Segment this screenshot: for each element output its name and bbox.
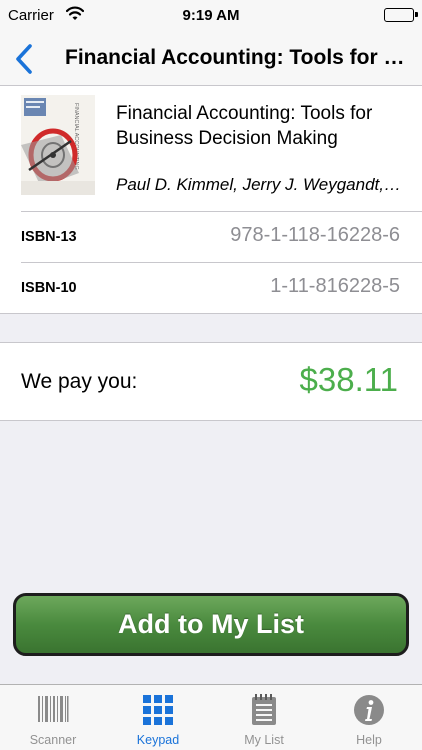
add-to-list-button[interactable]: Add to My List: [13, 593, 409, 656]
tab-keypad[interactable]: Keypad: [105, 685, 211, 750]
navigation-bar: Financial Accounting: Tools for Business…: [0, 32, 422, 86]
tab-label: Help: [356, 733, 382, 747]
isbn10-row: ISBN-10 1-11-816228-5: [0, 262, 422, 313]
book-cover-image: FINANCIAL ACCOUNTING: [21, 95, 95, 195]
notepad-icon: [252, 694, 276, 725]
tab-help[interactable]: Help: [316, 685, 422, 750]
payout-amount: $38.11: [299, 361, 398, 398]
nav-title: Financial Accounting: Tools for Business…: [65, 46, 408, 69]
payout-label: We pay you:: [21, 370, 138, 393]
battery-icon: [384, 8, 418, 22]
row-divider: [21, 262, 422, 263]
isbn13-row: ISBN-13 978-1-118-16228-6: [0, 211, 422, 262]
isbn10-value: 1-11-816228-5: [270, 275, 400, 297]
book-title: Financial Accounting: Tools for Business…: [116, 103, 373, 149]
back-button[interactable]: [12, 42, 36, 76]
tab-my-list[interactable]: My List: [211, 685, 317, 750]
book-details: FINANCIAL ACCOUNTING Financial Accountin…: [0, 86, 422, 314]
isbn13-value: 978-1-118-16228-6: [230, 224, 400, 246]
keypad-icon: [143, 695, 173, 725]
tab-label: My List: [244, 733, 284, 747]
tab-bar: Scanner Keypad My List Help: [0, 684, 422, 750]
tab-label: Keypad: [136, 733, 180, 747]
tab-label: Scanner: [29, 733, 77, 747]
book-authors: Paul D. Kimmel, Jerry J. Weygandt, Donal…: [116, 175, 402, 194]
isbn13-label: ISBN-13: [21, 229, 77, 245]
info-icon: [354, 695, 384, 725]
tab-scanner[interactable]: Scanner: [0, 685, 106, 750]
chevron-left-icon: [16, 44, 32, 74]
status-time: 9:19 AM: [182, 7, 240, 24]
status-bar: Carrier 9:19 AM: [0, 0, 422, 32]
row-divider: [21, 211, 422, 212]
barcode-icon: [38, 696, 69, 722]
isbn10-label: ISBN-10: [21, 280, 77, 296]
payout-card: We pay you: $38.11: [0, 342, 422, 421]
